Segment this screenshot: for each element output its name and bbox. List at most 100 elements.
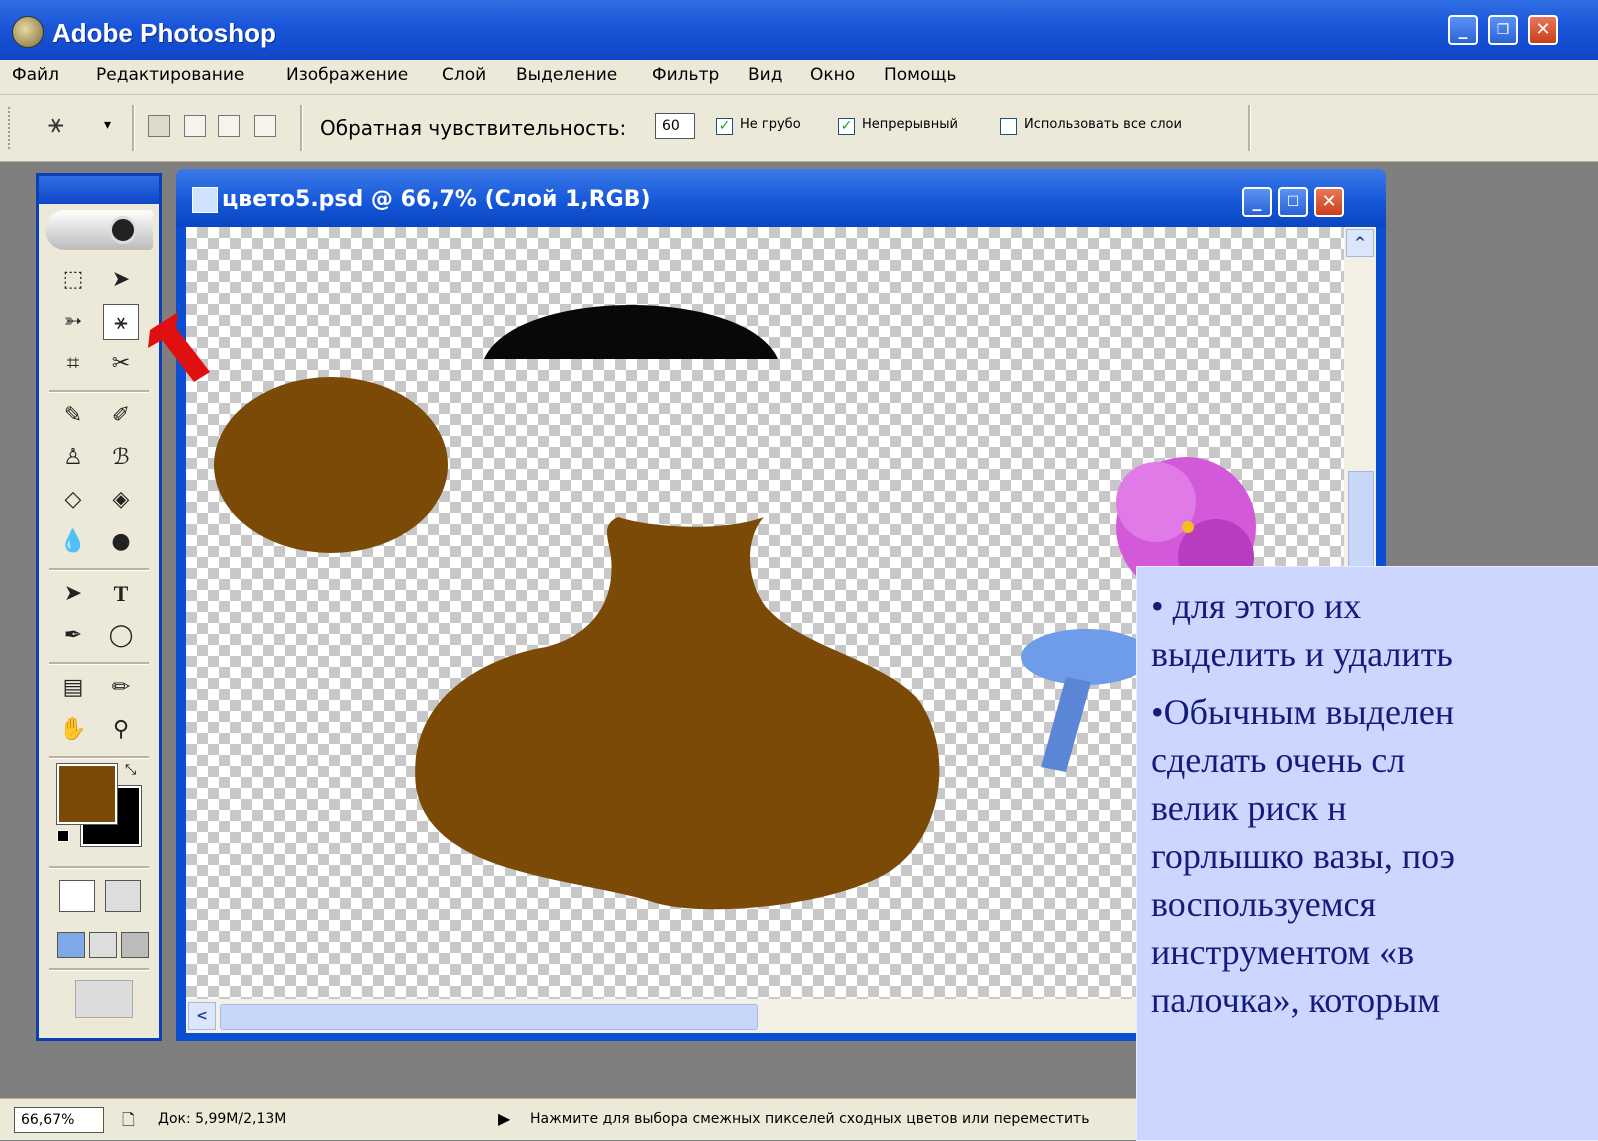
- crop-icon[interactable]: ⌗: [55, 346, 91, 382]
- brown-ellipse-shape: [214, 377, 448, 553]
- menu-view[interactable]: Вид: [748, 65, 782, 85]
- separator: [1248, 105, 1251, 151]
- full-screen-button[interactable]: [121, 932, 149, 958]
- adobe-eye-logo[interactable]: [45, 210, 153, 250]
- hand-icon[interactable]: ✋: [55, 712, 91, 748]
- document-icon[interactable]: 🗋: [122, 1109, 135, 1136]
- magic-wand-icon[interactable]: ⚹: [48, 109, 64, 140]
- note-text-box: • для этого их выделить и удалить •Обычн…: [1136, 566, 1598, 1141]
- standard-mode-button[interactable]: [59, 880, 95, 912]
- app-title: Adobe Photoshop: [52, 18, 276, 48]
- brush-icon[interactable]: ✐: [103, 398, 139, 434]
- zoom-icon[interactable]: ⚲: [103, 712, 139, 748]
- doc-size-info: Док: 5,99M/2,13M: [158, 1111, 287, 1127]
- pen-icon[interactable]: ✒: [55, 618, 91, 654]
- separator: [49, 662, 149, 665]
- swap-colors-icon[interactable]: ⤡: [125, 762, 136, 778]
- add-selection-button[interactable]: [184, 115, 206, 137]
- menu-file[interactable]: Файл: [12, 65, 59, 85]
- default-colors-icon[interactable]: [57, 830, 69, 842]
- note-line: выделить и удалить: [1151, 634, 1453, 674]
- document-title-bar[interactable]: цвето5.psd @ 66,7% (Слой 1,RGB) _ ☐ ✕: [176, 169, 1386, 227]
- slice-icon[interactable]: ✂: [103, 346, 139, 382]
- menu-edit[interactable]: Редактирование: [96, 65, 244, 85]
- tolerance-label: Обратная чувствительность:: [320, 116, 627, 140]
- horizontal-scroll-thumb[interactable]: [220, 1004, 758, 1030]
- stamp-icon[interactable]: ♙: [55, 440, 91, 476]
- doc-maximize-button[interactable]: ☐: [1278, 187, 1308, 217]
- jump-to-imageready-icon[interactable]: [75, 980, 133, 1018]
- burn-icon[interactable]: ●: [103, 524, 139, 560]
- separator: [49, 390, 149, 393]
- document-icon: [192, 187, 218, 213]
- type-icon[interactable]: T: [103, 576, 139, 612]
- separator: [49, 866, 149, 869]
- title-bar: Adobe Photoshop _ ❐ ✕: [0, 0, 1598, 60]
- menu-help[interactable]: Помощь: [884, 65, 956, 85]
- all-layers-checkbox[interactable]: [1000, 118, 1017, 135]
- eraser-icon[interactable]: ◇: [55, 482, 91, 518]
- path-select-icon[interactable]: ➤: [55, 576, 91, 612]
- note-line: инструментом «в: [1151, 932, 1415, 972]
- foreground-color-swatch[interactable]: [56, 763, 118, 825]
- standard-screen-button[interactable]: [57, 932, 85, 958]
- doc-close-button[interactable]: ✕: [1314, 187, 1344, 217]
- menu-image[interactable]: Изображение: [286, 65, 408, 85]
- menu-filter[interactable]: Фильтр: [652, 65, 719, 85]
- red-arrow-icon: [148, 312, 210, 382]
- all-layers-label: Использовать все слои: [1024, 117, 1182, 132]
- restore-button[interactable]: ❐: [1488, 15, 1518, 45]
- contiguous-label: Непрерывный: [862, 117, 958, 132]
- ellipse-icon[interactable]: ◯: [103, 618, 139, 654]
- anti-alias-label: Не грубо: [740, 117, 801, 132]
- scroll-up-button[interactable]: ^: [1346, 229, 1374, 257]
- note-line: палочка», которым: [1151, 980, 1441, 1020]
- status-hint: Нажмите для выбора смежных пикселей сход…: [530, 1111, 1090, 1127]
- close-button[interactable]: ✕: [1528, 15, 1558, 45]
- toolbox-header[interactable]: [39, 176, 159, 204]
- status-menu-arrow-icon[interactable]: ▶: [498, 1109, 510, 1128]
- note-line: сделать очень сл: [1151, 740, 1406, 780]
- eyedropper-icon[interactable]: ✏: [103, 670, 139, 706]
- document-title: цвето5.psd @ 66,7% (Слой 1,RGB): [222, 187, 651, 212]
- menu-layer[interactable]: Слой: [442, 65, 486, 85]
- separator: [132, 105, 135, 151]
- options-bar: ⚹ ▾ Обратная чувствительность: 60 ✓ Не г…: [0, 95, 1598, 162]
- move-icon[interactable]: ➤: [103, 262, 139, 298]
- menu-select[interactable]: Выделение: [516, 65, 617, 85]
- marquee-icon[interactable]: ⬚: [55, 262, 91, 298]
- healing-brush-icon[interactable]: ✎: [55, 398, 91, 434]
- scroll-left-button[interactable]: <: [188, 1002, 216, 1030]
- menu-bar: Файл Редактирование Изображение Слой Выд…: [0, 60, 1598, 95]
- zoom-field[interactable]: 66,67%: [14, 1107, 104, 1133]
- intersect-selection-button[interactable]: [254, 115, 276, 137]
- black-arc-shape: [484, 305, 778, 359]
- new-selection-button[interactable]: [148, 115, 170, 137]
- blur-icon[interactable]: 💧: [55, 524, 91, 560]
- lasso-icon[interactable]: ➳: [55, 304, 91, 340]
- note-line: горлышко вазы, поэ: [1151, 836, 1455, 876]
- photoshop-app-icon: [12, 16, 44, 48]
- full-screen-menu-button[interactable]: [89, 932, 117, 958]
- separator: [49, 568, 149, 571]
- separator: [49, 968, 149, 971]
- magic-wand-tool-icon[interactable]: ⚹: [103, 304, 139, 340]
- brown-vase-shape: [415, 517, 940, 910]
- tolerance-input[interactable]: 60: [655, 113, 695, 139]
- menu-window[interactable]: Окно: [810, 65, 855, 85]
- grip-handle[interactable]: [8, 107, 16, 149]
- doc-minimize-button[interactable]: _: [1242, 187, 1272, 217]
- history-brush-icon[interactable]: ℬ: [103, 440, 139, 476]
- minimize-button[interactable]: _: [1448, 15, 1478, 45]
- paint-bucket-icon[interactable]: ◈: [103, 482, 139, 518]
- separator: [300, 105, 303, 151]
- note-line: воспользуемся: [1151, 884, 1377, 924]
- anti-alias-checkbox[interactable]: ✓: [716, 118, 733, 135]
- chevron-down-icon[interactable]: ▾: [104, 117, 111, 133]
- notes-icon[interactable]: ▤: [55, 670, 91, 706]
- note-line: • для этого их: [1151, 586, 1362, 626]
- note-line: велик риск н: [1151, 788, 1347, 828]
- contiguous-checkbox[interactable]: ✓: [838, 118, 855, 135]
- subtract-selection-button[interactable]: [218, 115, 240, 137]
- quick-mask-button[interactable]: [105, 880, 141, 912]
